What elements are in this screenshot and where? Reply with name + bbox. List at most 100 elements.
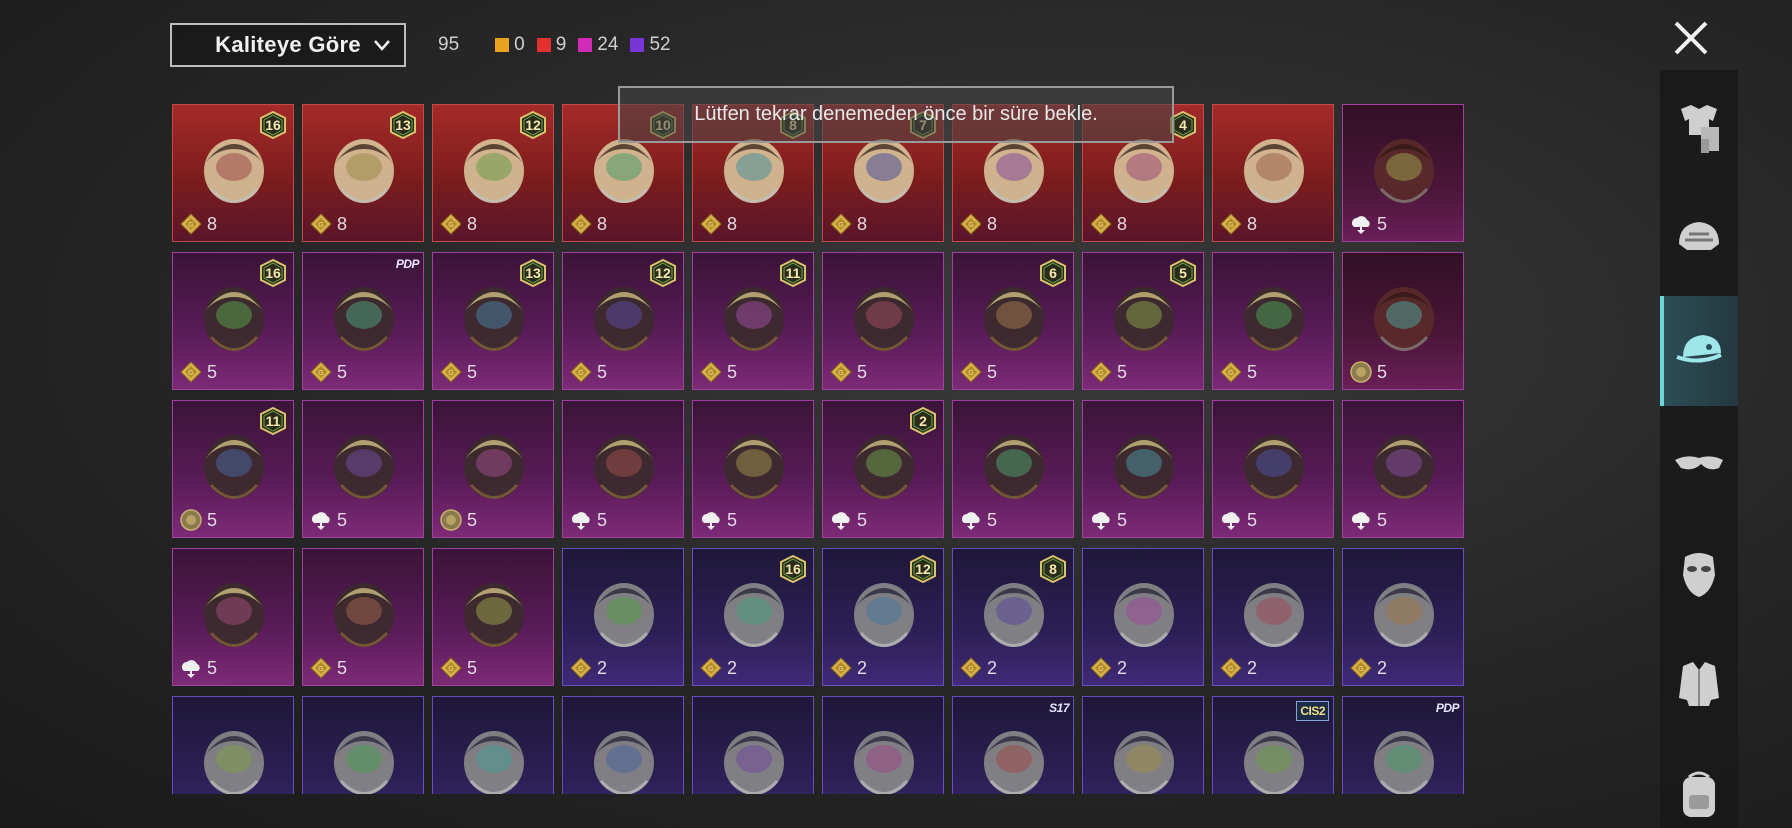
inventory-item[interactable] bbox=[302, 696, 424, 794]
cloud-currency-icon bbox=[699, 508, 723, 532]
sidebar-tab-helmet[interactable] bbox=[1660, 185, 1738, 295]
inventory-item[interactable]: 25 bbox=[822, 400, 944, 538]
item-cost: G5 bbox=[179, 360, 217, 384]
inventory-item[interactable]: 16 G 8 bbox=[172, 104, 294, 242]
item-cost-value: 5 bbox=[727, 361, 738, 382]
inventory-item[interactable]: G2 bbox=[1082, 548, 1204, 686]
inventory-item[interactable]: 5 bbox=[952, 400, 1074, 538]
coin-currency-icon: G bbox=[309, 212, 333, 236]
inventory-item[interactable]: 12 G 5 bbox=[562, 252, 684, 390]
inventory-item[interactable]: 12 G 8 bbox=[432, 104, 554, 242]
item-cost-value: 5 bbox=[1247, 361, 1258, 382]
inventory-item[interactable]: 16 G 2 bbox=[692, 548, 814, 686]
inventory-item[interactable]: 13 G 8 bbox=[302, 104, 424, 242]
inventory-item[interactable]: PDP G 5 bbox=[302, 252, 424, 390]
outfit-icon bbox=[1681, 105, 1719, 153]
inventory-item[interactable]: G8 bbox=[1212, 104, 1334, 242]
inventory-item[interactable]: 5 bbox=[692, 400, 814, 538]
inventory-item[interactable]: 12 G 2 bbox=[822, 548, 944, 686]
level-badge: 13 bbox=[389, 111, 417, 139]
inventory-item[interactable]: 5 bbox=[1212, 400, 1334, 538]
item-cost: 5 bbox=[309, 508, 347, 532]
svg-text:G: G bbox=[578, 370, 583, 377]
inventory-item[interactable]: G5 bbox=[1212, 252, 1334, 390]
sidebar-tab-glasses[interactable] bbox=[1660, 407, 1738, 517]
item-cost: G8 bbox=[1089, 212, 1127, 236]
coin-currency-icon: G bbox=[309, 360, 333, 384]
inventory-item[interactable]: G5 bbox=[822, 252, 944, 390]
epic-swatch bbox=[578, 38, 593, 52]
item-cost: 5 bbox=[569, 508, 607, 532]
medal-currency-icon bbox=[1349, 360, 1373, 384]
svg-text:G: G bbox=[838, 370, 843, 377]
inventory-item[interactable]: 5 bbox=[1342, 104, 1464, 242]
svg-text:G: G bbox=[708, 222, 713, 229]
inventory-item[interactable]: 8G2 bbox=[952, 548, 1074, 686]
inventory-item[interactable]: G5 bbox=[432, 548, 554, 686]
svg-text:G: G bbox=[1358, 666, 1363, 673]
item-cost: 5 bbox=[1219, 508, 1257, 532]
inventory-item[interactable]: 13 G 5 bbox=[432, 252, 554, 390]
inventory-item[interactable]: G2 bbox=[1342, 548, 1464, 686]
inventory-item[interactable] bbox=[172, 696, 294, 794]
grey-hair-icon bbox=[1361, 711, 1447, 794]
coin-currency-icon: G bbox=[309, 656, 333, 680]
sort-dropdown[interactable]: Kaliteye Göre bbox=[170, 23, 406, 67]
inventory-item[interactable]: CIS2 bbox=[1212, 696, 1334, 794]
svg-text:G: G bbox=[1098, 666, 1103, 673]
inventory-item[interactable]: 5G5 bbox=[1082, 252, 1204, 390]
ribbon-hair-icon bbox=[321, 267, 407, 359]
inventory-item[interactable]: 5 bbox=[172, 548, 294, 686]
item-cost: G8 bbox=[829, 212, 867, 236]
level-badge: 11 bbox=[779, 259, 807, 287]
item-cost: G8 bbox=[1219, 212, 1257, 236]
inventory-item[interactable] bbox=[822, 696, 944, 794]
inventory-item[interactable]: 6G5 bbox=[952, 252, 1074, 390]
inventory-item[interactable]: 5 bbox=[302, 400, 424, 538]
sidebar-tab-backpack[interactable] bbox=[1660, 740, 1738, 828]
sidebar-tab-jacket[interactable] bbox=[1660, 629, 1738, 739]
inventory-item[interactable] bbox=[1082, 696, 1204, 794]
inventory-item[interactable]: PDP bbox=[1342, 696, 1464, 794]
item-cost-value: 8 bbox=[1247, 213, 1258, 234]
level-badge: 11 bbox=[259, 407, 287, 435]
lantern-hat-icon bbox=[451, 415, 537, 507]
inventory-item[interactable]: G2 bbox=[562, 548, 684, 686]
inventory-item[interactable]: S17 bbox=[952, 696, 1074, 794]
goggles-hair-icon bbox=[191, 711, 277, 794]
baseball-cap-icon bbox=[1101, 563, 1187, 655]
inventory-item[interactable]: 5 bbox=[1342, 252, 1464, 390]
sidebar-tab-mask[interactable] bbox=[1660, 518, 1738, 628]
item-cost: 5 bbox=[1349, 508, 1387, 532]
inventory-item[interactable]: G2 bbox=[1212, 548, 1334, 686]
inventory-item[interactable]: G5 bbox=[302, 548, 424, 686]
item-cost-value: 5 bbox=[207, 361, 218, 382]
close-icon[interactable] bbox=[1668, 15, 1714, 61]
item-cost-value: 5 bbox=[337, 509, 348, 530]
legendary-swatch bbox=[495, 38, 510, 52]
inventory-item[interactable]: 16 G 5 bbox=[172, 252, 294, 390]
svg-text:G: G bbox=[968, 370, 973, 377]
sidebar-tab-cap[interactable] bbox=[1660, 296, 1738, 406]
inventory-item[interactable]: 11 G 5 bbox=[692, 252, 814, 390]
inventory-item[interactable]: 11 5 bbox=[172, 400, 294, 538]
inventory-item[interactable] bbox=[562, 696, 684, 794]
inventory-item[interactable] bbox=[432, 696, 554, 794]
inventory-item[interactable] bbox=[692, 696, 814, 794]
inventory-item[interactable]: 5 bbox=[1082, 400, 1204, 538]
inventory-item[interactable]: 5 bbox=[1342, 400, 1464, 538]
potato-head-icon bbox=[1231, 267, 1317, 359]
item-cost: G2 bbox=[1219, 656, 1257, 680]
coin-currency-icon: G bbox=[1219, 656, 1243, 680]
cloud-currency-icon bbox=[1219, 508, 1243, 532]
headband-icon bbox=[321, 563, 407, 655]
item-cost: 5 bbox=[1349, 212, 1387, 236]
inventory-item[interactable]: 5 bbox=[432, 400, 554, 538]
sidebar-tab-outfit[interactable] bbox=[1660, 74, 1738, 184]
svg-text:G: G bbox=[318, 666, 323, 673]
inventory-item[interactable]: 5 bbox=[562, 400, 684, 538]
level-badge: 6 bbox=[1039, 259, 1067, 287]
stat-legendary: 0 bbox=[495, 34, 525, 56]
glasses-icon bbox=[1675, 456, 1723, 470]
chevron-down-icon bbox=[374, 40, 390, 51]
